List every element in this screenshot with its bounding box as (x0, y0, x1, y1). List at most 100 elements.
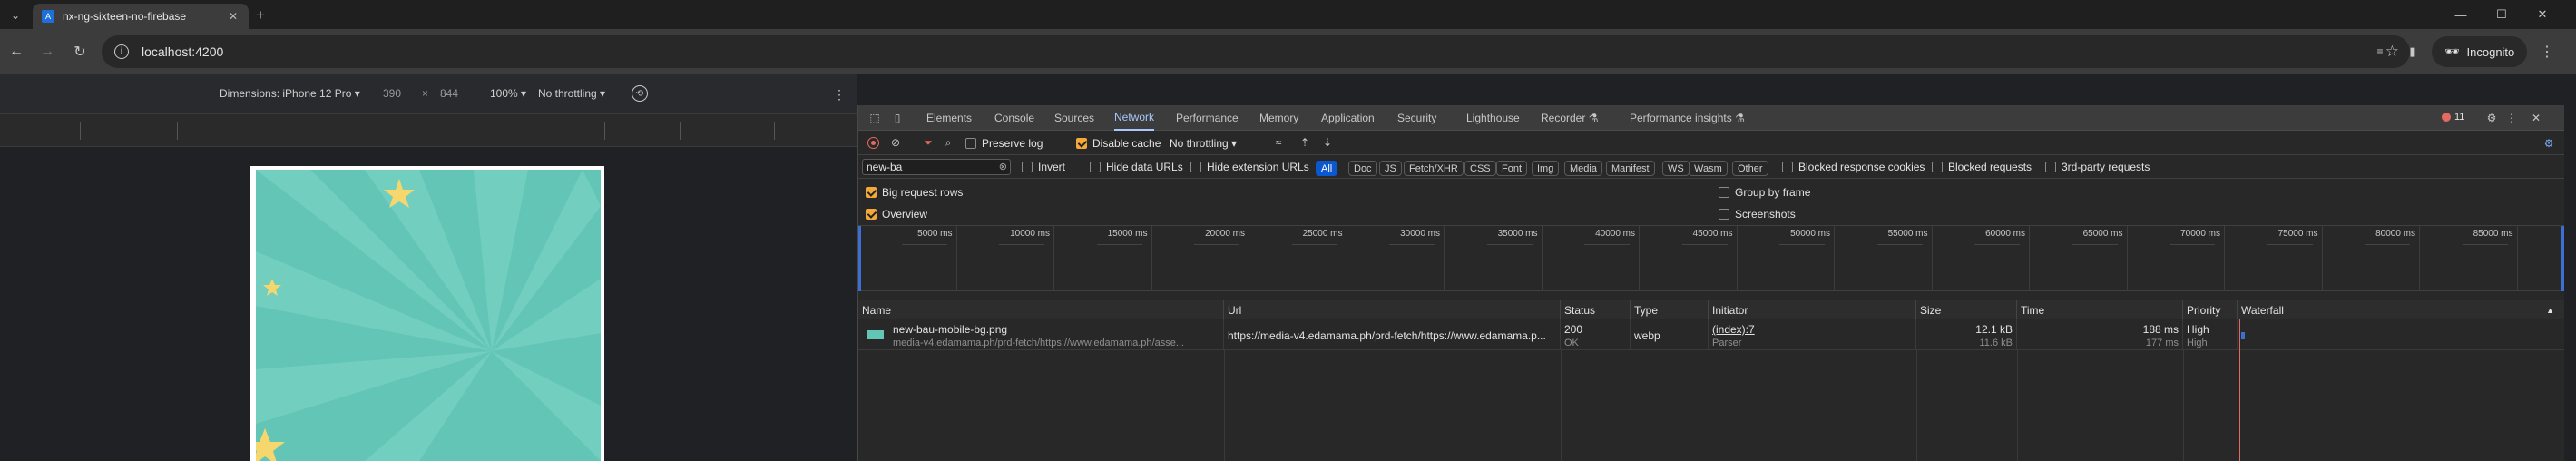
type-filter-doc[interactable]: Doc (1348, 161, 1377, 176)
third-party-requests-checkbox[interactable]: 3rd-party requests (2045, 161, 2150, 173)
device-select[interactable]: Dimensions: iPhone 12 Pro ▾ (220, 87, 360, 100)
screenshots-checkbox[interactable]: Screenshots (1719, 208, 1796, 221)
device-toggle-icon[interactable]: ▯ (890, 111, 905, 125)
zoom-select[interactable]: 100% ▾ (490, 87, 526, 100)
timeline-overview[interactable]: 5000 ms 10000 ms 15000 ms 20000 ms 25000 ms 3… (858, 226, 2564, 291)
import-har-icon[interactable]: ⇡ (1298, 136, 1311, 149)
type-filter-img[interactable]: Img (1532, 161, 1560, 176)
hide-data-urls-checkbox[interactable]: Hide data URLs (1090, 161, 1183, 173)
settings-gear-icon[interactable]: ⚙ (2484, 111, 2499, 125)
timeline-gridline (1444, 226, 1445, 291)
tab-performance[interactable]: Performance (1176, 105, 1239, 131)
network-throttling-select[interactable]: No throttling ▾ (1170, 137, 1237, 150)
incognito-label: Incognito (2466, 44, 2515, 59)
tab-security[interactable]: Security (1397, 105, 1436, 131)
issues-badge[interactable]: 11 (2442, 112, 2464, 123)
filter-icon[interactable]: ⏷ (922, 136, 935, 149)
type-filter-font[interactable]: Font (1496, 161, 1528, 176)
big-request-rows-checkbox[interactable]: Big request rows (866, 186, 963, 199)
close-window-icon[interactable]: ✕ (2532, 5, 2553, 25)
type-filter-manifest[interactable]: Manifest (1606, 161, 1655, 176)
network-toolbar: ⊘ ⏷ ⌕ Preserve log Disable cache No thro… (858, 131, 2564, 155)
timeline-gridline (1639, 226, 1640, 291)
overview-checkbox[interactable]: Overview (866, 208, 927, 221)
tab-elements[interactable]: Elements (926, 105, 972, 131)
clear-icon[interactable]: ⊘ (889, 136, 902, 149)
column-initiator[interactable]: Initiator (1709, 300, 1916, 319)
browser-menu-icon[interactable]: ⋮ (2537, 42, 2557, 62)
invert-checkbox[interactable]: Invert (1022, 161, 1065, 173)
inspect-element-icon[interactable]: ⬚ (867, 111, 882, 125)
browser-tab[interactable]: A nx-ng-sixteen-no-firebase ✕ (33, 4, 249, 29)
site-info-icon[interactable]: i (114, 44, 129, 59)
close-devtools-icon[interactable]: ✕ (2529, 111, 2543, 125)
close-tab-icon[interactable]: ✕ (225, 10, 241, 23)
forward-icon[interactable]: → (36, 41, 58, 63)
tab-network[interactable]: Network (1114, 105, 1155, 131)
overview-right-handle[interactable] (2561, 226, 2564, 291)
media-controls-icon[interactable]: ≡ (2370, 42, 2390, 62)
maximize-icon[interactable]: ☐ (2491, 5, 2512, 25)
filter-input[interactable]: new-ba ⊗ (862, 159, 1011, 175)
timeline-gridline (1541, 226, 1543, 291)
tab-recorder[interactable]: Recorder ⚗ (1541, 105, 1598, 131)
emulated-device[interactable] (250, 166, 604, 461)
table-row[interactable]: new-bau-mobile-bg.png media-v4.edamama.p… (858, 319, 2564, 350)
back-icon[interactable]: ← (5, 41, 27, 63)
column-name[interactable]: Name (858, 300, 1224, 319)
network-settings-gear-icon[interactable]: ⚙ (2542, 136, 2556, 151)
reload-icon[interactable]: ↻ (69, 41, 91, 63)
tab-strip: ⌄ A nx-ng-sixteen-no-firebase ✕ + — ☐ ✕ (0, 0, 2576, 29)
devtools-menu-icon[interactable]: ⋮ (2506, 111, 2517, 125)
clear-filter-icon[interactable]: ⊗ (999, 161, 1007, 172)
tab-application[interactable]: Application (1321, 105, 1375, 131)
hide-extension-urls-checkbox[interactable]: Hide extension URLs (1190, 161, 1309, 173)
export-har-icon[interactable]: ⇣ (1321, 136, 1334, 149)
timeline-gridline (1053, 226, 1054, 291)
type-filter-css[interactable]: CSS (1464, 161, 1496, 176)
type-filter-fetch-xhr[interactable]: Fetch/XHR (1404, 161, 1464, 176)
type-filter-other[interactable]: Other (1732, 161, 1768, 176)
incognito-indicator[interactable]: 🕶 Incognito (2432, 36, 2528, 67)
initiator-link[interactable]: (index):7 (1712, 323, 1912, 336)
search-icon[interactable]: ⌕ (942, 136, 955, 149)
column-time[interactable]: Time (2017, 300, 2183, 319)
type-filter-media[interactable]: Media (1564, 161, 1602, 176)
column-size[interactable]: Size (1916, 300, 2017, 319)
column-waterfall[interactable]: Waterfall ▲ (2238, 300, 2565, 319)
address-bar[interactable]: i localhost:4200 ☆ (102, 35, 2410, 68)
tab-sources[interactable]: Sources (1054, 105, 1094, 131)
tab-search-icon[interactable]: ⌄ (5, 5, 25, 25)
device-height-input[interactable]: 844 (440, 87, 458, 100)
record-icon[interactable] (867, 137, 879, 149)
blocked-requests-checkbox[interactable]: Blocked requests (1932, 161, 2032, 173)
type-filter-wasm[interactable]: Wasm (1689, 161, 1728, 176)
angular-favicon-icon: A (42, 10, 54, 23)
blocked-response-cookies-checkbox[interactable]: Blocked response cookies (1782, 161, 1925, 173)
tab-console[interactable]: Console (994, 105, 1034, 131)
tab-lighthouse[interactable]: Lighthouse (1466, 105, 1520, 131)
device-options-icon[interactable]: ⋮ (833, 85, 846, 103)
column-status[interactable]: Status (1561, 300, 1631, 319)
tab-memory[interactable]: Memory (1259, 105, 1298, 131)
new-tab-icon[interactable]: + (250, 5, 270, 25)
disable-cache-checkbox[interactable]: Disable cache (1076, 137, 1161, 150)
network-options: Big request rows Overview Group by frame… (858, 179, 2564, 226)
tab-performance-insights[interactable]: Performance insights ⚗ (1630, 105, 1745, 131)
type-filter-all[interactable]: All (1316, 161, 1338, 176)
column-type[interactable]: Type (1631, 300, 1709, 319)
device-width-input[interactable]: 390 (383, 87, 401, 100)
preserve-log-checkbox[interactable]: Preserve log (965, 137, 1043, 150)
network-conditions-icon[interactable]: ≈ (1271, 136, 1286, 149)
side-panel-icon[interactable]: ▮ (2403, 42, 2423, 62)
column-priority[interactable]: Priority (2183, 300, 2238, 319)
request-initial-priority: High (2187, 338, 2208, 348)
minimize-icon[interactable]: — (2450, 5, 2472, 25)
rotate-icon[interactable]: ⟲ (632, 85, 648, 102)
column-url[interactable]: Url (1224, 300, 1561, 319)
type-filter-ws[interactable]: WS (1662, 161, 1690, 176)
type-filter-js[interactable]: JS (1379, 161, 1402, 176)
group-by-frame-checkbox[interactable]: Group by frame (1719, 186, 1810, 199)
device-throttling-select[interactable]: No throttling ▾ (538, 87, 605, 100)
overview-left-handle[interactable] (858, 226, 861, 291)
